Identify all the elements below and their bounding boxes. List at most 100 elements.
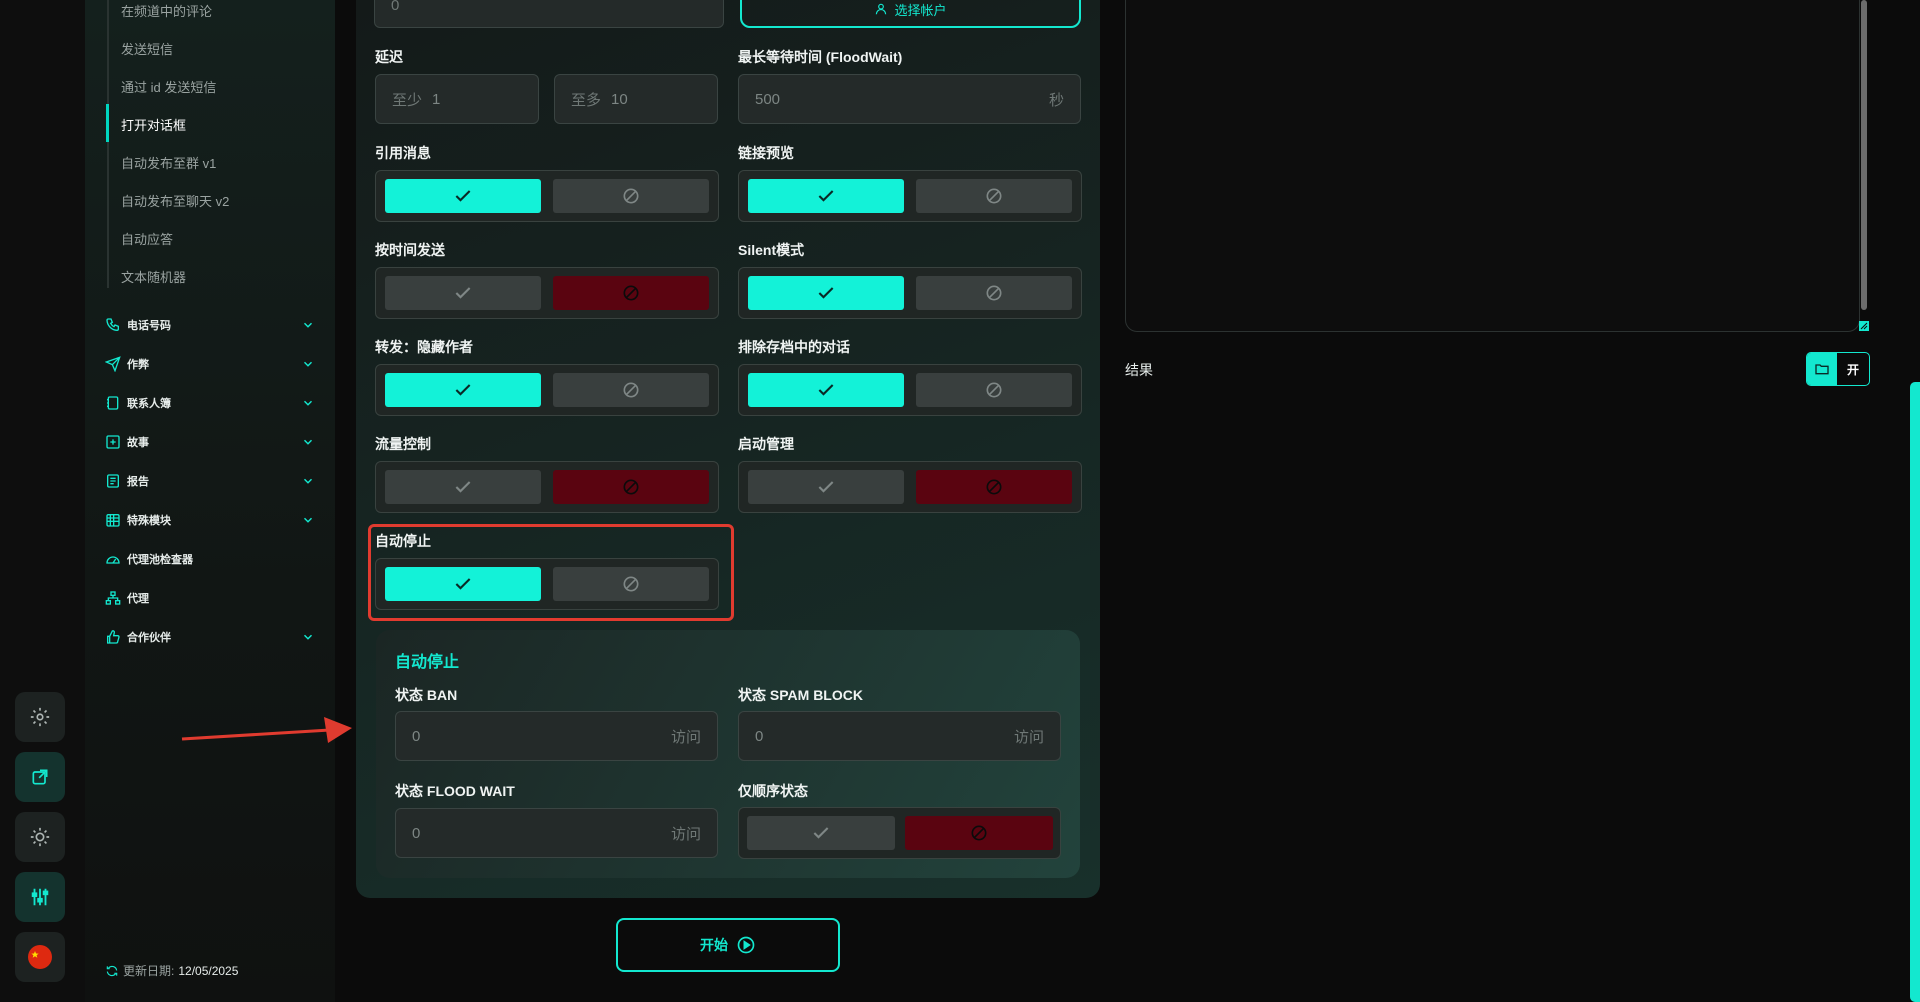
status-spam-unit: 访问 [1013, 728, 1044, 746]
open-results-button[interactable]: 开 [1806, 352, 1870, 386]
highlight-annotation-box [368, 524, 734, 621]
schedule-disable-button[interactable] [553, 276, 709, 310]
sidebar-subitem-active[interactable]: 打开对话框 [121, 115, 186, 134]
ban-icon [623, 188, 639, 204]
status-ban-value: 0 [412, 727, 421, 745]
auto-stop-panel-title: 自动停止 [395, 654, 460, 671]
sidebar-subitem[interactable]: 自动应答 [121, 229, 173, 248]
chevron-down-icon [303, 322, 313, 328]
settings-button[interactable] [15, 692, 65, 742]
check-icon [455, 190, 471, 202]
delay-max-prefix: 至多 [571, 91, 602, 109]
results-label: 结果 [1125, 362, 1153, 378]
forward-hide-disable-button[interactable] [553, 373, 709, 407]
contacts-icon [107, 396, 119, 410]
startup-mgmt-toggle [738, 461, 1082, 513]
resize-handle-icon[interactable] [1859, 321, 1869, 331]
status-flood-input[interactable]: 0 访问 [395, 808, 718, 858]
check-icon [455, 384, 471, 396]
link-preview-enable-button[interactable] [748, 179, 904, 213]
user-icon [876, 3, 887, 15]
sequential-disable-button[interactable] [905, 816, 1053, 850]
report-icon [107, 474, 119, 488]
language-button[interactable] [15, 932, 65, 982]
silent-enable-button[interactable] [748, 276, 904, 310]
ban-icon [986, 188, 1002, 204]
sidebar-subitem[interactable]: 在频道中的评论 [121, 1, 212, 20]
status-spam-input[interactable]: 0 访问 [738, 711, 1061, 761]
sidebar-item-contacts[interactable]: 联系人簿 [105, 391, 315, 415]
silent-disable-button[interactable] [916, 276, 1072, 310]
sidebar-item-proxy-checker[interactable]: 代理池检查器 [105, 547, 315, 571]
sidebar-subitem[interactable]: 文本随机器 [121, 267, 186, 286]
startup-mgmt-enable-button[interactable] [748, 470, 904, 504]
gauge-icon [106, 556, 120, 564]
check-icon [813, 827, 829, 839]
top-number-input[interactable]: 0 [374, 0, 724, 28]
sidebar-item-proxy[interactable]: 代理 [105, 586, 315, 610]
sidebar-item-special-modules[interactable]: 特殊模块 [105, 508, 315, 532]
update-date: 更新日期: 12/05/2025 [105, 962, 238, 979]
sidebar-item-reports[interactable]: 报告 [105, 469, 315, 493]
chevron-down-icon [303, 361, 313, 367]
theme-toggle-button[interactable] [15, 812, 65, 862]
exclude-archive-enable-button[interactable] [748, 373, 904, 407]
sidebar-subitem[interactable]: 发送短信 [121, 39, 173, 58]
plus-square-icon [106, 435, 120, 449]
chevron-down-icon [303, 400, 313, 406]
forward-hide-enable-button[interactable] [385, 373, 541, 407]
sidebar-item-label: 合作伙伴 [127, 632, 171, 644]
check-icon [818, 481, 834, 493]
icon-rail [0, 0, 85, 1002]
sidebar-subitem[interactable]: 自动发布至群 v1 [121, 153, 216, 172]
settings-sliders-button[interactable] [15, 872, 65, 922]
sliders-icon [31, 888, 49, 906]
sidebar-item-label: 特殊模块 [127, 515, 171, 527]
sequential-enable-button[interactable] [747, 816, 895, 850]
schedule-enable-button[interactable] [385, 276, 541, 310]
gear-icon [30, 707, 50, 727]
start-button[interactable]: 开始 [616, 918, 840, 972]
link-preview-disable-button[interactable] [916, 179, 1072, 213]
quote-enable-button[interactable] [385, 179, 541, 213]
quote-disable-button[interactable] [553, 179, 709, 213]
sidebar-item-phone-numbers[interactable]: 电话号码 [105, 313, 315, 337]
sequential-toggle [738, 807, 1061, 859]
status-flood-label: 状态 FLOOD WAIT [395, 783, 515, 799]
ban-icon [986, 285, 1002, 301]
sidebar-item-stories[interactable]: 故事 [105, 430, 315, 454]
startup-mgmt-disable-button[interactable] [916, 470, 1072, 504]
schedule-label: 按时间发送 [375, 242, 445, 258]
exclude-archive-toggle [738, 364, 1082, 416]
open-external-button[interactable] [15, 752, 65, 802]
network-icon [105, 591, 121, 605]
start-label: 开始 [700, 937, 728, 953]
status-ban-input[interactable]: 0 访问 [395, 711, 718, 761]
check-icon [818, 287, 834, 299]
sidebar-subitem[interactable]: 自动发布至聊天 v2 [121, 191, 229, 210]
sidebar-item-cheat[interactable]: 作弊 [105, 352, 315, 376]
status-ban-label: 状态 BAN [395, 687, 458, 703]
link-preview-toggle [738, 170, 1082, 222]
delay-max-value: 10 [611, 90, 628, 108]
select-account-button[interactable]: 选择帐户 [740, 0, 1081, 28]
chevron-down-icon [303, 439, 313, 445]
exclude-archive-disable-button[interactable] [916, 373, 1072, 407]
output-textarea[interactable] [1125, 0, 1860, 332]
flow-control-enable-button[interactable] [385, 470, 541, 504]
sidebar-item-partners[interactable]: 合作伙伴 [105, 625, 315, 649]
output-scrollbar[interactable] [1861, 0, 1867, 310]
floodwait-input[interactable]: 500 秒 [738, 74, 1081, 124]
folder-icon [1815, 364, 1829, 375]
china-flag-icon [28, 945, 52, 969]
sidebar-subitem[interactable]: 通过 id 发送短信 [121, 77, 216, 96]
update-label: 更新日期: [123, 964, 175, 978]
delay-min-input[interactable]: 至少 1 [375, 74, 539, 124]
sequential-label: 仅顺序状态 [738, 783, 808, 799]
flow-control-disable-button[interactable] [553, 470, 709, 504]
delay-max-input[interactable]: 至多 10 [554, 74, 718, 124]
ban-icon [623, 382, 639, 398]
page-scrollbar[interactable] [1910, 382, 1920, 1002]
sidebar-item-label: 报告 [127, 476, 149, 488]
delay-label: 延迟 [375, 49, 403, 65]
